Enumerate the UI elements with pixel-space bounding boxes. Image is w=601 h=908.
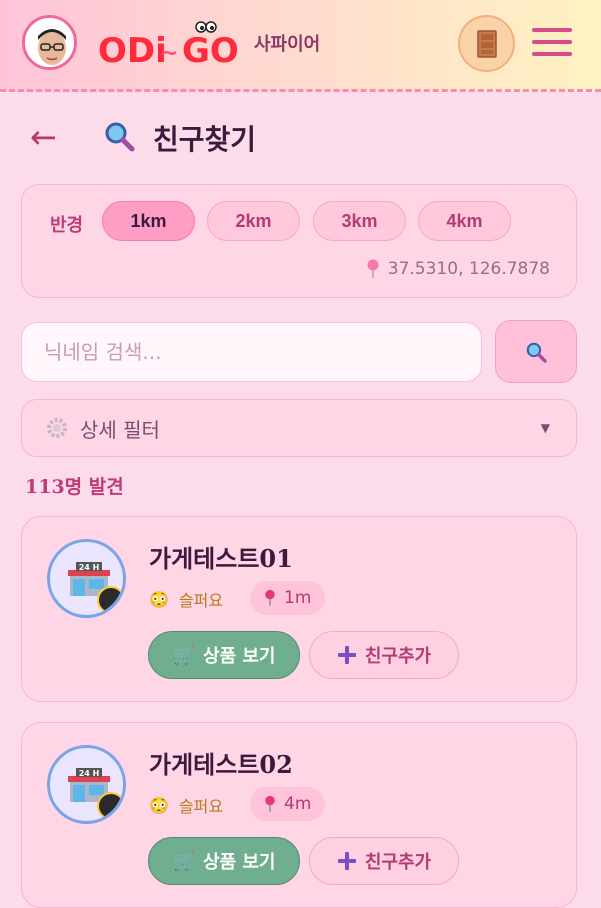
nickname-search-input[interactable]: [21, 322, 482, 382]
add-friend-label: 친구추가: [364, 852, 432, 873]
location-pin-icon: [265, 589, 275, 606]
svg-text:~: ~: [160, 41, 178, 66]
mood-text: 슬퍼요: [178, 797, 224, 816]
distance-text: 1m: [284, 588, 312, 608]
hamburger-line: [532, 52, 572, 56]
app-header: ODi ~ GO 사파이어: [0, 0, 601, 92]
search-button[interactable]: [495, 320, 577, 383]
add-friend-button[interactable]: 친구추가: [309, 631, 459, 679]
svg-text:24 H: 24 H: [79, 769, 100, 778]
radius-panel: 반경 1km 2km 3km 4km 37.5310, 126.7878: [21, 184, 577, 298]
hamburger-icon: [532, 28, 572, 32]
user-avatar[interactable]: [22, 15, 77, 70]
store-avatar[interactable]: 24 H: [47, 539, 126, 618]
distance-badge: 4m: [250, 787, 326, 821]
sad-face-icon: 😳: [149, 589, 169, 609]
location-pin-icon: [367, 259, 379, 278]
store-avatar[interactable]: 24 H: [47, 745, 126, 824]
friend-card[interactable]: 24 H 가게테스트01 😳 슬퍼요 1m 🛒 상품 보기 친구추가: [21, 516, 577, 702]
add-friend-label: 친구추가: [364, 646, 432, 667]
friend-mood: 😳 슬퍼요: [149, 587, 223, 611]
friend-mood: 😳 슬퍼요: [149, 793, 223, 817]
radius-option-4km[interactable]: 4km: [418, 201, 511, 241]
gear-icon: [47, 418, 67, 438]
door-button[interactable]: [458, 15, 515, 72]
coordinates-text: 37.5310, 126.7878: [387, 259, 550, 279]
door-icon: [476, 29, 497, 58]
mood-text: 슬퍼요: [178, 591, 224, 610]
radius-option-3km[interactable]: 3km: [313, 201, 406, 241]
svg-text:24 H: 24 H: [79, 563, 100, 572]
plus-icon: [337, 646, 356, 664]
distance-badge: 1m: [250, 581, 326, 615]
menu-button[interactable]: [532, 28, 572, 58]
view-products-button[interactable]: 🛒 상품 보기: [148, 837, 300, 885]
sad-face-icon: 😳: [149, 795, 169, 815]
hamburger-line: [532, 40, 572, 44]
status-badge: [97, 792, 123, 820]
cart-icon: 🛒: [172, 850, 195, 872]
result-count: 113명 발견: [25, 476, 124, 498]
view-products-label: 상품 보기: [202, 646, 276, 667]
add-friend-button[interactable]: 친구추가: [309, 837, 459, 885]
friend-name: 가게테스트01: [149, 544, 293, 573]
search-icon: [526, 342, 547, 363]
page-title: 친구찾기: [153, 123, 257, 156]
friend-card[interactable]: 24 H 가게테스트02 😳 슬퍼요 4m 🛒 상품 보기 친구추가: [21, 722, 577, 908]
view-products-label: 상품 보기: [202, 852, 276, 873]
filter-label: 상세 필터: [80, 417, 160, 442]
radius-option-2km[interactable]: 2km: [207, 201, 300, 241]
location-pin-icon: [265, 795, 275, 812]
status-badge: [97, 586, 123, 614]
arrow-left-icon: ←: [30, 118, 57, 156]
chevron-down-icon: ▼: [540, 421, 550, 435]
header-title: 사파이어: [254, 34, 321, 55]
magnifier-icon: [103, 120, 135, 156]
radius-label: 반경: [50, 215, 84, 236]
svg-text:GO: GO: [182, 31, 238, 68]
radius-option-1km[interactable]: 1km: [102, 201, 195, 241]
current-coordinates: 37.5310, 126.7878: [366, 259, 550, 279]
friend-name: 가게테스트02: [149, 750, 293, 779]
plus-icon: [337, 852, 356, 870]
svg-text:ODi: ODi: [98, 31, 167, 68]
detail-filter-toggle[interactable]: 상세 필터 ▼: [21, 399, 577, 457]
user-face-icon: [25, 18, 74, 67]
cart-icon: 🛒: [172, 644, 195, 666]
odigo-logo[interactable]: ODi ~ GO: [98, 20, 238, 68]
back-button[interactable]: ←: [30, 118, 57, 156]
view-products-button[interactable]: 🛒 상품 보기: [148, 631, 300, 679]
distance-text: 4m: [284, 794, 312, 814]
